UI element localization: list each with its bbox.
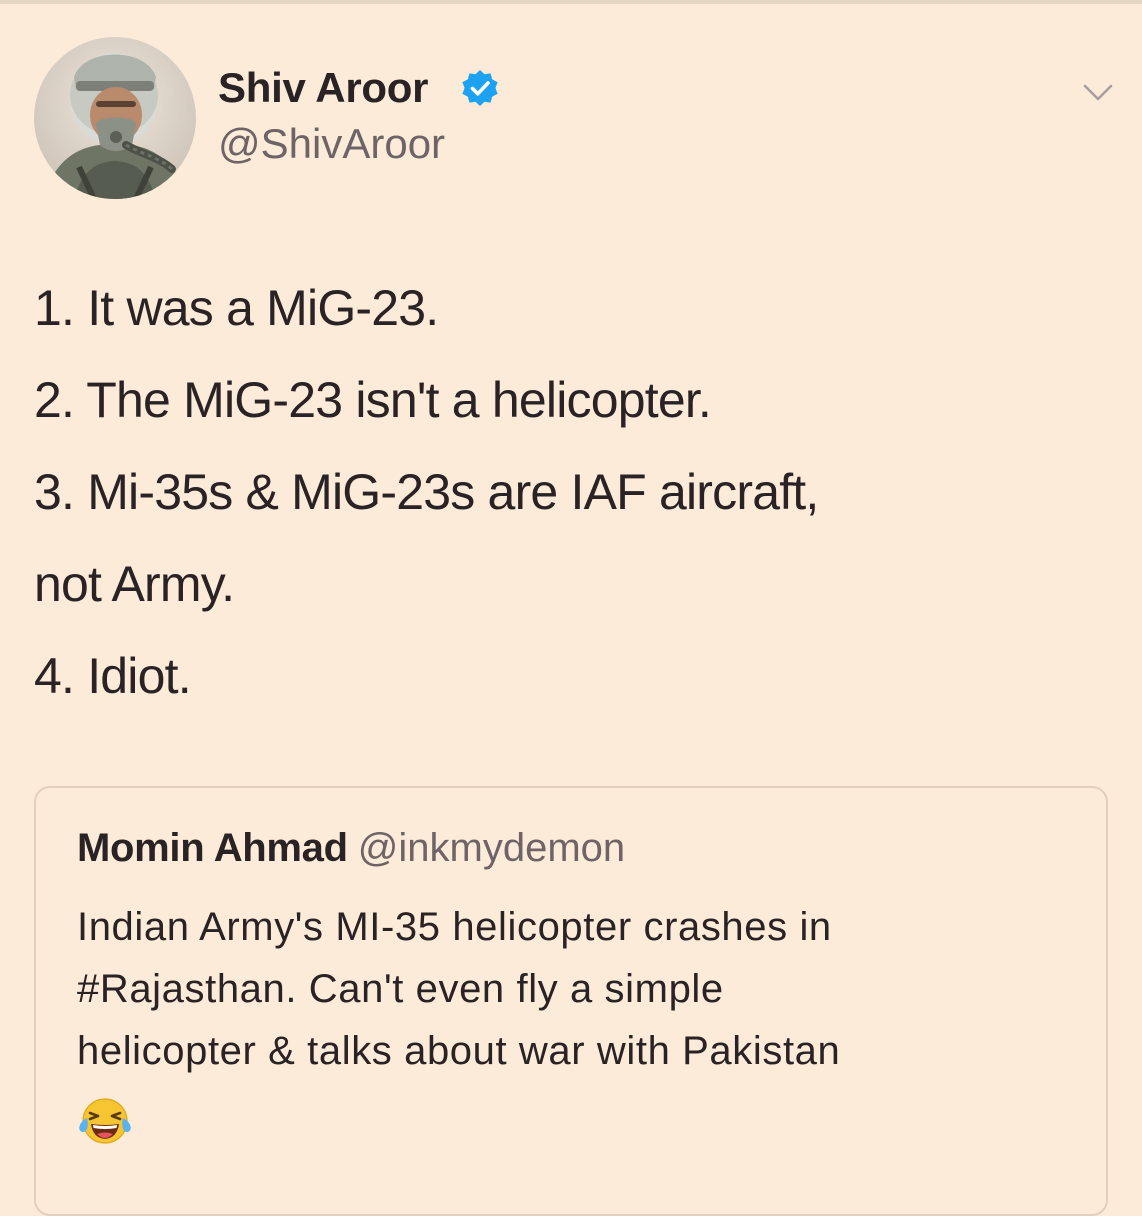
avatar[interactable] — [34, 37, 196, 199]
verified-badge-icon — [462, 70, 498, 106]
quoted-tweet-line: Indian Army's MI-35 helicopter crashes i… — [77, 905, 832, 949]
tweet-line: 3. Mi-35s & MiG-23s are IAF aircraft, — [34, 464, 819, 520]
author-handle[interactable]: @ShivAroor — [218, 118, 445, 170]
author-display-name[interactable]: Shiv Aroor — [218, 62, 428, 114]
quoted-author-handle: @inkmydemon — [357, 826, 626, 870]
quoted-author-name: Momin Ahmad — [77, 826, 348, 870]
quoted-tweet-line: #Rajasthan. Can't even fly a simple — [77, 967, 724, 1011]
chevron-down-icon[interactable] — [1082, 82, 1114, 104]
tweet-line: 1. It was a MiG-23. — [34, 280, 439, 336]
tweet-line: 2. The MiG-23 isn't a helicopter. — [34, 372, 712, 428]
quoted-tweet-text: Indian Army's MI-35 helicopter crashes i… — [77, 896, 1077, 1082]
tweet-text: 1. It was a MiG-23. 2. The MiG-23 isn't … — [34, 262, 1124, 722]
quoted-tweet-line: helicopter & talks about war with Pakist… — [77, 1029, 841, 1073]
tweet-line: not Army. — [34, 556, 235, 612]
face-with-tears-of-joy-icon — [79, 1098, 131, 1144]
top-divider — [0, 0, 1142, 4]
quoted-tweet-card[interactable]: Momin Ahmad @inkmydemon Indian Army's MI-… — [34, 786, 1108, 1216]
tweet-line: 4. Idiot. — [34, 648, 192, 704]
quoted-tweet-header: Momin Ahmad @inkmydemon — [77, 824, 625, 872]
pilot-avatar-image — [34, 37, 196, 199]
